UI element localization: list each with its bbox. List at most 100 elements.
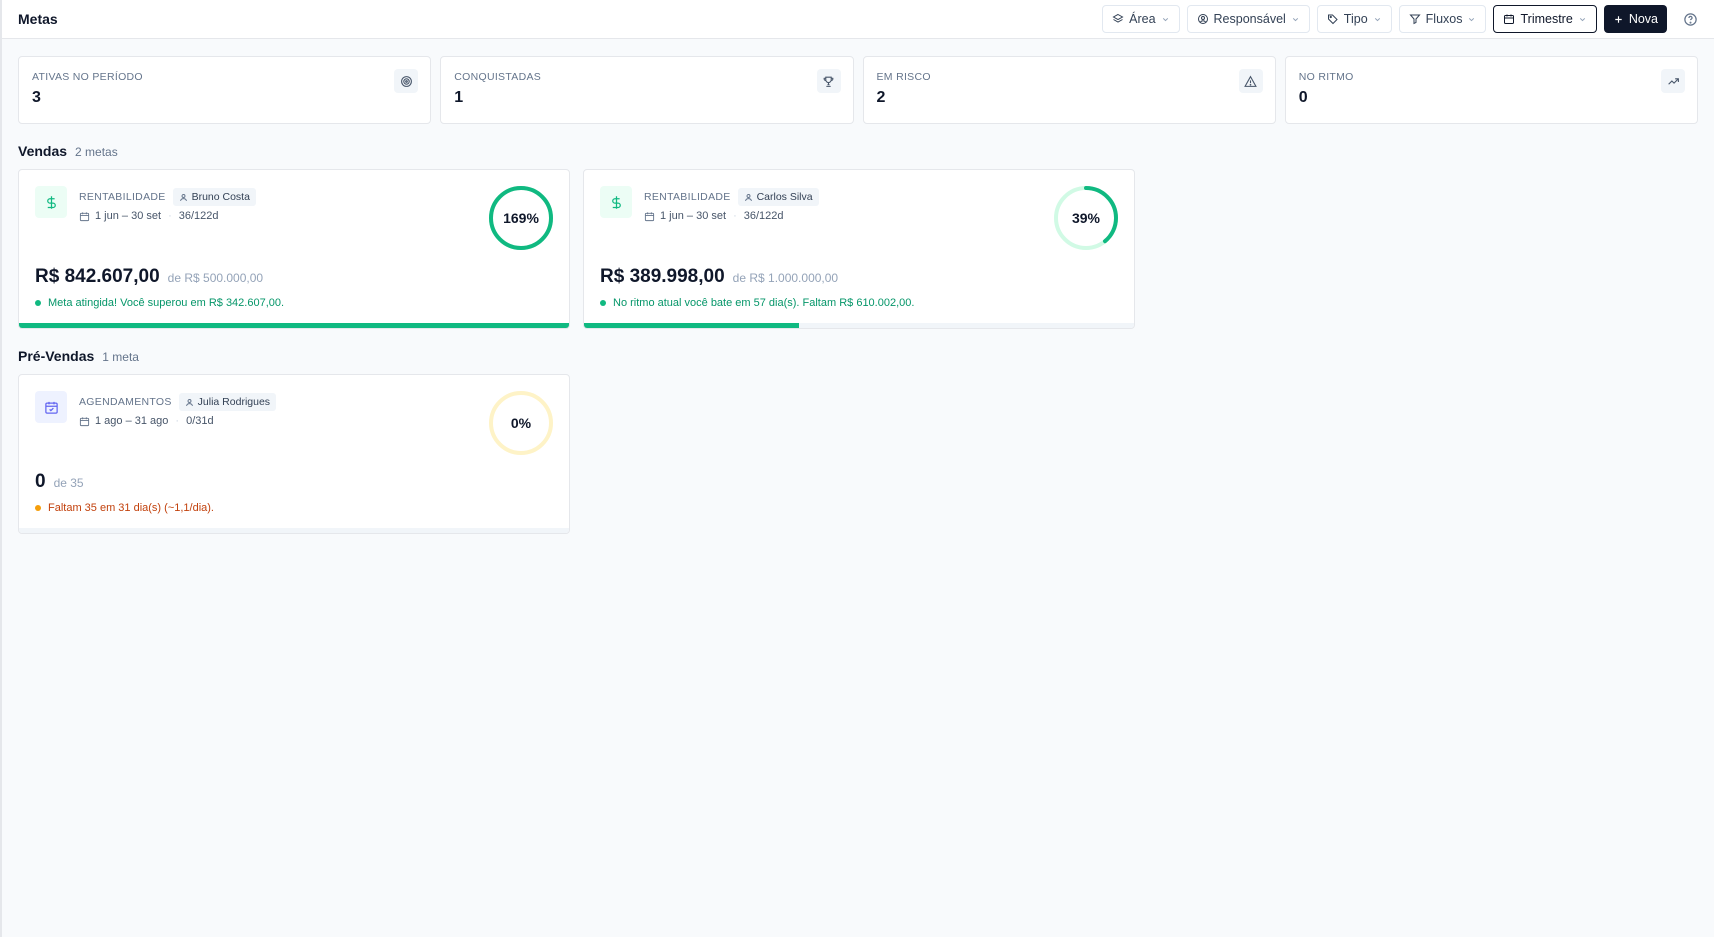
period-select-button[interactable]: Trimestre [1493, 5, 1597, 33]
ring-percent: 169% [503, 210, 539, 226]
section-title: Pré-Vendas [18, 348, 95, 364]
goal-elapsed: 36/122d [178, 210, 219, 222]
tipo-filter-label: Tipo [1343, 12, 1368, 26]
trophy-icon [816, 69, 841, 93]
user-icon [185, 398, 193, 406]
alert-triangle-icon [1238, 69, 1263, 93]
status-row: Faltam 35 em 31 dia(s) (~1,1/dia). [35, 502, 214, 514]
owner-chip: Bruno Costa [172, 188, 256, 206]
progress-fill [584, 323, 799, 328]
status-dot [35, 505, 41, 511]
progress-ring: 39% [1053, 185, 1119, 251]
amount-row: 0 de 35 [35, 471, 84, 493]
toolbar: Área Responsável Tipo Fluxos Trimestre N… [1102, 5, 1702, 33]
new-goal-label: Nova [1628, 12, 1658, 26]
ring-percent: 39% [1071, 210, 1101, 226]
calendar-icon [1504, 14, 1515, 24]
status-row: No ritmo atual você bate em 57 dia(s). F… [600, 297, 914, 309]
chevron-down-icon [1374, 17, 1380, 21]
goal-card[interactable]: RENTABILIDADE Carlos Silva 1 jun – 30 se… [583, 169, 1135, 329]
goal-period: 1 jun – 30 set [660, 210, 727, 222]
kpi-card-conquistadas: CONQUISTADAS 1 [440, 56, 854, 124]
section-header-pre-vendas: Pré-Vendas 1 meta [18, 348, 139, 364]
status-text: Meta atingida! Você superou em R$ 342.60… [48, 297, 285, 309]
dollar-icon [600, 186, 632, 218]
section-count: 1 meta [102, 350, 139, 364]
chevron-down-icon [1162, 17, 1168, 21]
calendar-check-icon [35, 391, 67, 423]
trending-up-icon [1661, 69, 1685, 93]
chevron-down-icon [1579, 17, 1585, 21]
kpi-card-ativas: ATIVAS NO PERÍODO 3 [18, 56, 432, 124]
progress-bar [584, 323, 1134, 328]
chevron-down-icon [1292, 17, 1298, 21]
fluxos-filter-button[interactable]: Fluxos [1398, 5, 1487, 33]
tag-icon [1327, 14, 1338, 25]
separator-dot: · [733, 210, 737, 222]
kpi-card-em-risco: EM RISCO 2 [862, 56, 1276, 124]
kpi-value: 0 [1298, 89, 1308, 106]
responsavel-filter-button[interactable]: Responsável [1186, 5, 1310, 33]
help-button[interactable] [1678, 7, 1702, 31]
filter-icon [1409, 14, 1421, 25]
kpi-value: 1 [454, 89, 464, 106]
status-dot [35, 300, 41, 306]
progress-bar [19, 323, 569, 328]
goal-amount: R$ 842.607,00 [35, 266, 160, 287]
dollar-icon [35, 186, 67, 218]
owner-name: Julia Rodrigues [197, 396, 271, 408]
goal-type: RENTABILIDADE [79, 191, 166, 203]
separator-dot: · [168, 210, 172, 222]
goal-target: de 35 [53, 476, 84, 490]
section-header-vendas: Vendas 2 metas [18, 143, 118, 159]
goal-target: de R$ 500.000,00 [167, 271, 264, 285]
left-rule [0, 0, 2, 937]
owner-chip: Carlos Silva [737, 188, 819, 206]
status-dot [600, 300, 606, 306]
kpi-card-no-ritmo: NO RITMO 0 [1284, 56, 1698, 124]
layers-icon [1112, 13, 1124, 23]
goal-target: de R$ 1.000.000,00 [732, 271, 839, 285]
goal-card[interactable]: AGENDAMENTOS Julia Rodrigues 1 ago – 31 … [18, 374, 570, 534]
owner-name: Bruno Costa [191, 191, 250, 203]
kpi-row: ATIVAS NO PERÍODO 3 CONQUISTADAS 1 EM RI… [18, 56, 1698, 124]
goal-type: RENTABILIDADE [644, 191, 731, 203]
user-icon [744, 193, 752, 201]
status-text: Faltam 35 em 31 dia(s) (~1,1/dia). [48, 502, 214, 514]
tipo-filter-button[interactable]: Tipo [1316, 5, 1392, 33]
separator-dot: · [175, 415, 180, 427]
target-icon [394, 69, 419, 93]
calendar-icon [79, 211, 90, 221]
new-goal-button[interactable]: Nova [1603, 5, 1667, 33]
section-title: Vendas [18, 143, 68, 159]
responsavel-filter-label: Responsável [1213, 12, 1286, 26]
kpi-label: NO RITMO [1298, 71, 1354, 83]
goal-elapsed: 0/31d [186, 415, 214, 427]
topbar: Metas Área Responsável Tipo Fluxos Trime… [0, 0, 1714, 39]
calendar-icon [644, 211, 655, 221]
status-text: No ritmo atual você bate em 57 dia(s). F… [613, 297, 915, 309]
goal-amount: R$ 389.998,00 [600, 266, 725, 287]
ring-percent: 0% [510, 415, 532, 431]
owner-chip: Julia Rodrigues [178, 393, 277, 411]
progress-bar [19, 528, 569, 533]
amount-row: R$ 842.607,00 de R$ 500.000,00 [35, 266, 263, 288]
goal-type: AGENDAMENTOS [79, 396, 172, 408]
goal-card[interactable]: RENTABILIDADE Bruno Costa 1 jun – 30 set… [18, 169, 570, 329]
goal-meta: RENTABILIDADE Bruno Costa 1 jun – 30 set… [79, 188, 256, 222]
section-count: 2 metas [75, 145, 118, 159]
owner-name: Carlos Silva [756, 191, 813, 203]
user-icon [179, 193, 187, 201]
kpi-label: EM RISCO [876, 71, 931, 83]
chevron-down-icon [1469, 17, 1475, 21]
goal-meta: RENTABILIDADE Carlos Silva 1 jun – 30 se… [644, 188, 819, 222]
calendar-icon [79, 416, 90, 426]
period-select-label: Trimestre [1520, 12, 1573, 26]
goal-elapsed: 36/122d [743, 210, 784, 222]
area-filter-label: Área [1129, 12, 1156, 26]
kpi-value: 2 [876, 89, 886, 106]
fluxos-filter-label: Fluxos [1425, 12, 1463, 26]
help-circle-icon [1683, 12, 1697, 26]
area-filter-button[interactable]: Área [1102, 5, 1180, 33]
goal-meta: AGENDAMENTOS Julia Rodrigues 1 ago – 31 … [79, 393, 277, 427]
